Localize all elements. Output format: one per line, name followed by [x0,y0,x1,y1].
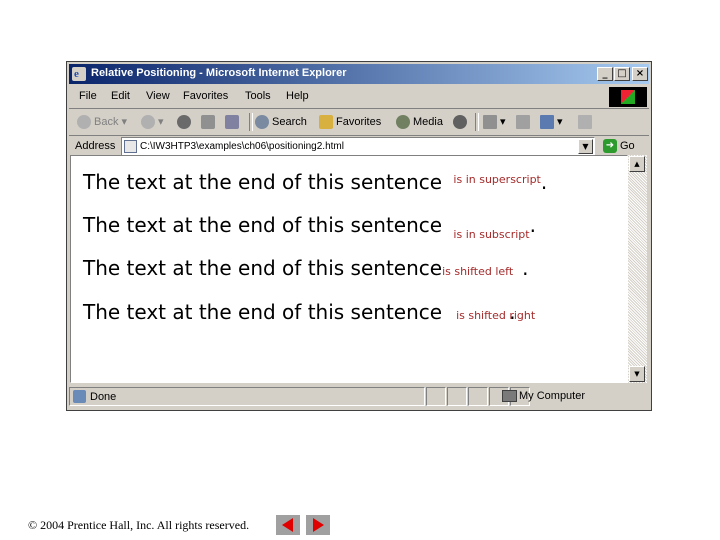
status-text: Done [90,391,117,403]
copyright-footer: © 2004 Prentice Hall, Inc. All rights re… [28,518,250,532]
go-label: Go [620,139,635,152]
vertical-scrollbar[interactable]: ▲ ▼ [628,155,647,383]
back-button[interactable]: Back ▾ [77,113,127,131]
page-icon [124,140,137,153]
word-edit-icon [540,115,554,130]
menu-favorites[interactable]: Favorites [183,90,228,102]
sentence-text: The text at the end of this sentence [83,300,443,324]
left-arrow-icon [282,518,293,532]
superscript-text: is in superscript [453,173,541,186]
back-label: Back [94,116,119,128]
menu-view[interactable]: View [146,90,170,102]
discuss-icon [578,115,592,130]
forward-arrow-icon [141,115,155,130]
address-input[interactable] [140,139,570,154]
toolbar: Back ▾ ▾ Search Favorites Media ▾ ▾ [69,109,649,136]
status-cell [447,387,467,406]
period-text: . [540,170,548,194]
media-label: Media [413,116,443,128]
refresh-button[interactable] [201,113,218,131]
address-dropdown-button[interactable]: ▼ [578,139,593,154]
subscript-text: is in subscript [453,228,530,241]
go-button[interactable]: ➜ Go [603,139,635,153]
maximize-button[interactable]: □ [614,67,630,81]
scroll-down-button[interactable]: ▼ [629,366,645,382]
history-button[interactable] [453,113,470,131]
home-button[interactable] [225,113,242,131]
search-icon [255,115,269,130]
status-main-cell: Done [69,387,425,406]
toolbar-separator [249,113,253,131]
zone-cell: My Computer [499,387,649,406]
status-bar: Done My Computer [69,386,649,408]
browser-window: e Relative Positioning - Microsoft Inter… [66,61,652,411]
mail-icon [483,115,497,130]
windows-logo-icon [609,87,647,107]
stop-icon [177,115,191,130]
search-label: Search [272,116,307,128]
print-button[interactable] [516,113,533,131]
go-arrow-icon: ➜ [603,139,617,153]
menu-tools[interactable]: Tools [245,90,271,102]
minimize-button[interactable]: _ [597,67,613,81]
sentence-text: The text at the end of this sentence [83,170,443,194]
superscript-line: The text at the end of this sentence is … [83,170,547,194]
status-cell [468,387,488,406]
scroll-up-button[interactable]: ▲ [629,156,645,172]
title-bar[interactable]: e Relative Positioning - Microsoft Inter… [69,64,649,84]
print-icon [516,115,530,130]
zone-text: My Computer [519,390,586,402]
status-cell [426,387,446,406]
favorites-icon [319,115,333,130]
menu-help[interactable]: Help [286,90,309,102]
menu-edit[interactable]: Edit [111,90,130,102]
forward-button[interactable]: ▾ [141,113,164,131]
period-text: . [522,256,529,280]
address-field[interactable]: ▼ [121,137,595,156]
ie-page-icon [73,390,86,403]
toolbar-separator [475,113,479,131]
shifted-left-text: is shifted left [442,265,514,278]
page-content: The text at the end of this sentence is … [70,155,628,383]
right-arrow-icon [313,518,324,532]
window-title: Relative Positioning - Microsoft Interne… [91,67,347,79]
home-icon [225,115,239,130]
back-arrow-icon [77,115,91,130]
mail-button[interactable]: ▾ [483,113,506,131]
close-button[interactable]: × [632,67,648,81]
period-text: . [529,213,536,237]
shifted-right-text: is shifted right [456,309,536,322]
stop-button[interactable] [177,113,194,131]
sentence-text: The text at the end of this sentence [83,213,443,237]
history-icon [453,115,467,130]
discuss-button[interactable] [578,113,595,131]
menu-bar: File Edit View Favorites Tools Help [69,86,649,109]
next-slide-button[interactable] [306,515,330,535]
edit-button[interactable]: ▾ [540,113,563,131]
favorites-label: Favorites [336,116,382,128]
shifted-right-line: The text at the end of this sentence is s… [83,300,535,324]
favorites-button[interactable]: Favorites [319,113,381,131]
ie-logo-icon: e [72,67,86,81]
media-button[interactable]: Media [396,113,443,131]
sentence-text: The text at the end of this sentence [83,256,443,280]
menu-file[interactable]: File [79,90,97,102]
subscript-line: The text at the end of this sentence is … [83,213,536,241]
media-icon [396,115,410,130]
shifted-left-line: The text at the end of this sentenceis s… [83,256,529,280]
my-computer-icon [502,390,517,402]
search-button[interactable]: Search [255,113,307,131]
address-label: Address [75,140,116,152]
refresh-icon [201,115,215,130]
previous-slide-button[interactable] [276,515,300,535]
